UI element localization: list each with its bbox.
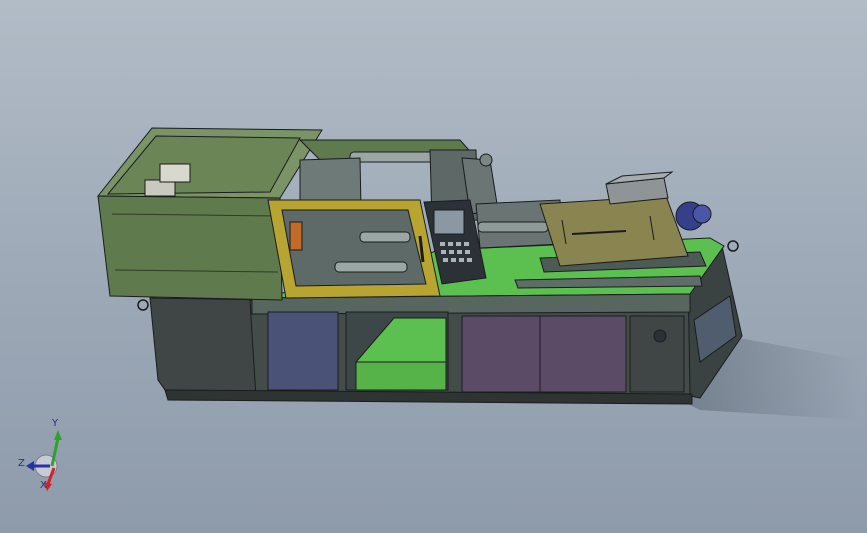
base-panel-blue <box>267 311 339 391</box>
key[interactable] <box>441 250 446 254</box>
base-panel-right-dark <box>629 315 685 393</box>
cad-viewport[interactable]: Y Z X <box>0 0 867 533</box>
base-gauge <box>653 329 667 343</box>
injection-barrel <box>477 221 549 233</box>
key[interactable] <box>448 242 453 246</box>
key[interactable] <box>449 250 454 254</box>
triad-z-arrow <box>26 461 34 471</box>
clamp-block-top <box>159 163 191 183</box>
controller-screen <box>433 209 465 235</box>
key[interactable] <box>451 258 456 262</box>
triad-z-label: Z <box>18 458 25 469</box>
mold-rod-upper <box>359 231 411 243</box>
base-panel-purple-right <box>539 315 627 393</box>
mount-ring-right <box>727 240 739 252</box>
key[interactable] <box>457 250 462 254</box>
key[interactable] <box>464 242 469 246</box>
base-center-green-tray <box>355 361 447 391</box>
motor-cap <box>692 204 712 224</box>
key[interactable] <box>465 250 470 254</box>
key[interactable] <box>440 242 445 246</box>
mold-block <box>289 221 303 251</box>
key[interactable] <box>456 242 461 246</box>
key[interactable] <box>443 258 448 262</box>
triad-y-arrow <box>54 430 62 440</box>
key[interactable] <box>459 258 464 262</box>
injection-molding-machine-model[interactable] <box>0 0 867 533</box>
triad-y-label: Y <box>52 418 59 429</box>
nozzle-cap <box>479 153 493 167</box>
safety-door-window <box>281 209 427 287</box>
clamp-housing-inner-top <box>106 135 301 195</box>
mold-rod-lower <box>334 261 408 273</box>
key[interactable] <box>467 258 472 262</box>
mount-ring-left <box>137 299 149 311</box>
triad-x-label: X <box>40 480 47 491</box>
clamp-housing-front <box>97 195 283 301</box>
base-panel-purple-left <box>461 315 541 393</box>
safety-door[interactable] <box>267 199 441 299</box>
